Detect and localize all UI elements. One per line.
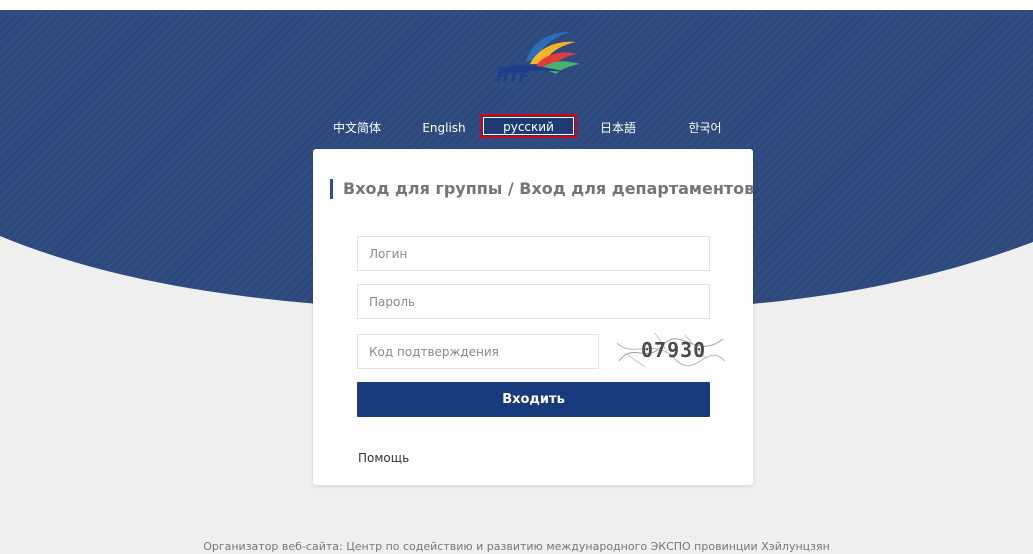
- language-switcher: 中文简体 English русский 日本語 한국어: [0, 114, 1033, 141]
- login-input[interactable]: [357, 236, 710, 271]
- login-card: Вход для группы / Вход для департаментов…: [313, 149, 754, 485]
- login-title: Вход для группы / Вход для департаментов: [330, 179, 754, 199]
- footer-text: Организатор веб-сайта: Центр по содейств…: [203, 540, 830, 553]
- help-link[interactable]: Помощь: [358, 451, 409, 465]
- language-option-english[interactable]: English: [419, 117, 469, 139]
- language-option-russian[interactable]: русский: [480, 114, 577, 138]
- language-option-chinese[interactable]: 中文简体: [333, 117, 381, 139]
- language-option-korean[interactable]: 한국어: [685, 117, 725, 139]
- captcha-code: 07930: [641, 338, 706, 362]
- top-strip: [0, 0, 1033, 10]
- captcha-image[interactable]: 07930: [615, 331, 727, 369]
- captcha-input[interactable]: [357, 334, 599, 369]
- htf-logo: HTF: [496, 32, 580, 86]
- password-input[interactable]: [357, 284, 710, 319]
- logo-text: HTF: [496, 68, 530, 86]
- submit-button[interactable]: Входить: [357, 382, 710, 417]
- language-option-japanese[interactable]: 日本語: [597, 117, 639, 139]
